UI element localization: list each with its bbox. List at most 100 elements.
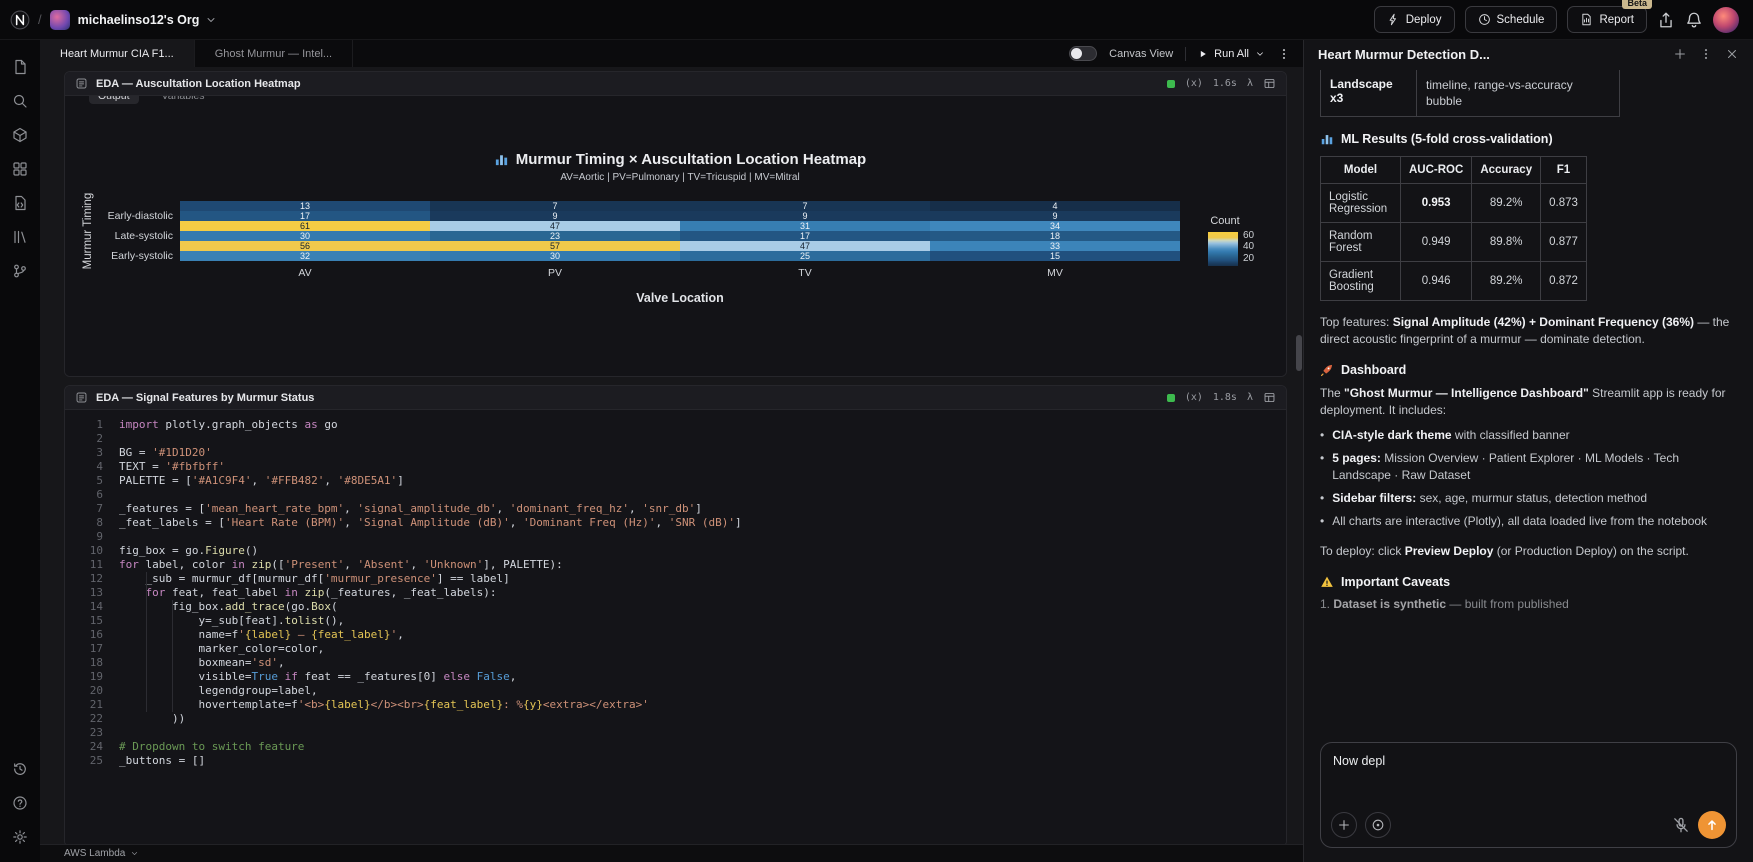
heatmap-cell: 13: [180, 201, 430, 211]
table-cell: 0.946: [1399, 261, 1473, 301]
variables-icon[interactable]: (x): [1185, 78, 1203, 89]
output-layout-icon[interactable]: [1263, 391, 1276, 404]
arrow-up-icon: [1705, 818, 1719, 832]
add-context-button[interactable]: [1365, 812, 1391, 838]
table-cell: 0.953: [1399, 183, 1473, 223]
line-number: 17: [89, 642, 103, 655]
line-number: 8: [96, 516, 103, 529]
notebook-tab[interactable]: Heart Murmur CIA F1...: [40, 40, 195, 67]
table-cell: 89.8%: [1471, 222, 1542, 262]
share-icon[interactable]: [1657, 11, 1675, 29]
settings-icon[interactable]: [4, 820, 36, 854]
code-line: 25 _buttons = []: [65, 754, 1286, 768]
code-line: 8 _feat_labels = ['Heart Rate (BPM)', 'Si…: [65, 516, 1286, 530]
line-number: 15: [89, 614, 103, 627]
environment-status-bar[interactable]: AWS Lambda: [40, 844, 1303, 862]
line-number: 9: [96, 530, 103, 543]
panel-title: Heart Murmur Detection D...: [1318, 46, 1490, 62]
text-segment: To deploy: click: [1320, 544, 1405, 558]
output-tab[interactable]: Output: [89, 96, 139, 104]
add-attachment-button[interactable]: [1331, 812, 1357, 838]
table-header-cell: Model: [1320, 156, 1401, 184]
notifications-bell-icon[interactable]: [1685, 11, 1703, 29]
notebook-tab[interactable]: Ghost Murmur — Intel...: [195, 40, 354, 67]
block-type-icon[interactable]: [75, 77, 88, 90]
library-icon[interactable]: [4, 220, 36, 254]
x-axis-label: Valve Location: [636, 291, 724, 305]
code-line: 23: [65, 726, 1286, 740]
run-all-button[interactable]: Run All: [1198, 48, 1265, 60]
line-number: 10: [89, 544, 103, 557]
report-button[interactable]: Report: [1567, 6, 1647, 33]
heatmap-chart: Murmur Timing × Auscultation Location He…: [65, 110, 1286, 376]
lambda-environment-icon[interactable]: λ: [1247, 392, 1253, 403]
code-line: 18 boxmean='sd',: [65, 656, 1286, 670]
schedule-button[interactable]: Schedule: [1464, 6, 1558, 33]
heatmap-cell: 9: [930, 211, 1180, 221]
deploy-button[interactable]: Deploy: [1373, 6, 1455, 33]
table-header-cell: F1: [1540, 156, 1587, 184]
y-axis-ticks: Early-diastolic Late-systolic Early-systol…: [65, 201, 173, 262]
table-cell: 89.2%: [1471, 183, 1542, 223]
text-segment: The: [1320, 386, 1345, 400]
mic-off-icon[interactable]: [1672, 816, 1690, 834]
heatmap-grid: 13 7 7 4 17 9 9 9 61 47 31 34 30 23 17 18 56 57 47 33 32 30 25…: [180, 201, 1180, 261]
vertical-scrollbar[interactable]: [1296, 335, 1302, 371]
heatmap-cell: 17: [180, 211, 430, 221]
chevron-down-icon: [130, 849, 139, 858]
block-type-icon[interactable]: [75, 391, 88, 404]
help-icon[interactable]: [4, 786, 36, 820]
table-cell: timeline, range-vs-accuracy bubble: [1426, 78, 1573, 108]
chat-input[interactable]: Now depl: [1320, 742, 1737, 848]
code-line: 16 name=f'{label} — {feat_label}',: [65, 628, 1286, 642]
heatmap-cell: 57: [430, 241, 680, 251]
table-row: Logistic Regression 0.953 89.2% 0.873: [1320, 183, 1587, 223]
text-segment: 5 pages:: [1332, 451, 1381, 465]
x-tick-label: AV: [298, 267, 312, 279]
heatmap-cell: 31: [680, 221, 930, 231]
pages-icon[interactable]: [4, 50, 36, 84]
heatmap-cell: 7: [680, 201, 930, 211]
indent-guide: [172, 600, 173, 712]
history-icon[interactable]: [4, 752, 36, 786]
org-avatar[interactable]: [49, 9, 70, 30]
colorbar: [1208, 232, 1238, 266]
variables-tab[interactable]: Variables: [153, 96, 214, 104]
canvas-view-label: Canvas View: [1109, 47, 1174, 60]
lambda-environment-icon[interactable]: λ: [1247, 78, 1253, 89]
ml-results-heading: ML Results (5-fold cross-validation): [1320, 132, 1737, 146]
chart-subtitle: AV=Aortic | PV=Pulmonary | TV=Tricuspid …: [560, 172, 800, 183]
report-button-wrap: Beta Report: [1567, 0, 1652, 33]
variables-icon[interactable]: (x): [1185, 392, 1203, 403]
code-line: 7 _features = ['mean_heart_rate_bpm', 'si…: [65, 502, 1286, 516]
send-button[interactable]: [1698, 811, 1726, 839]
output-layout-icon[interactable]: [1263, 77, 1276, 90]
code-editor[interactable]: 1 import plotly.graph_objects as go 2 3 BG =…: [65, 410, 1286, 844]
blocks-icon[interactable]: [4, 118, 36, 152]
close-icon[interactable]: [1725, 47, 1739, 61]
line-number: 24: [89, 740, 103, 753]
org-switcher[interactable]: michaelinso12's Org: [78, 13, 218, 27]
file-code-icon[interactable]: [4, 186, 36, 220]
search-icon[interactable]: [4, 84, 36, 118]
heatmap-cell: 32: [180, 251, 430, 261]
code-line: 21 hovertemplate=f'<b>{label}</b><br>{fe…: [65, 698, 1286, 712]
more-options-icon[interactable]: [1277, 47, 1291, 61]
panel-options-icon[interactable]: [1699, 47, 1713, 61]
git-branch-icon[interactable]: [4, 254, 36, 288]
lightning-icon: [1387, 13, 1400, 26]
ml-results-table: Model AUC-ROC Accuracy F1 Logistic Regressio…: [1320, 156, 1587, 301]
line-number: 12: [89, 572, 103, 585]
integrations-icon[interactable]: [4, 152, 36, 186]
tab-bar: Heart Murmur CIA F1... Ghost Murmur — Int…: [40, 40, 1303, 67]
beta-badge: Beta: [1622, 0, 1652, 9]
text-segment: Dataset is synthetic: [1333, 597, 1447, 611]
app-logo-icon[interactable]: [10, 10, 30, 30]
line-number: 6: [96, 488, 103, 501]
canvas-view-toggle[interactable]: [1069, 46, 1098, 61]
user-avatar[interactable]: [1713, 6, 1739, 33]
line-number: 5: [96, 474, 103, 487]
heatmap-cell: 15: [930, 251, 1180, 261]
chat-input-value: Now depl: [1333, 754, 1386, 768]
new-chat-icon[interactable]: [1673, 47, 1687, 61]
